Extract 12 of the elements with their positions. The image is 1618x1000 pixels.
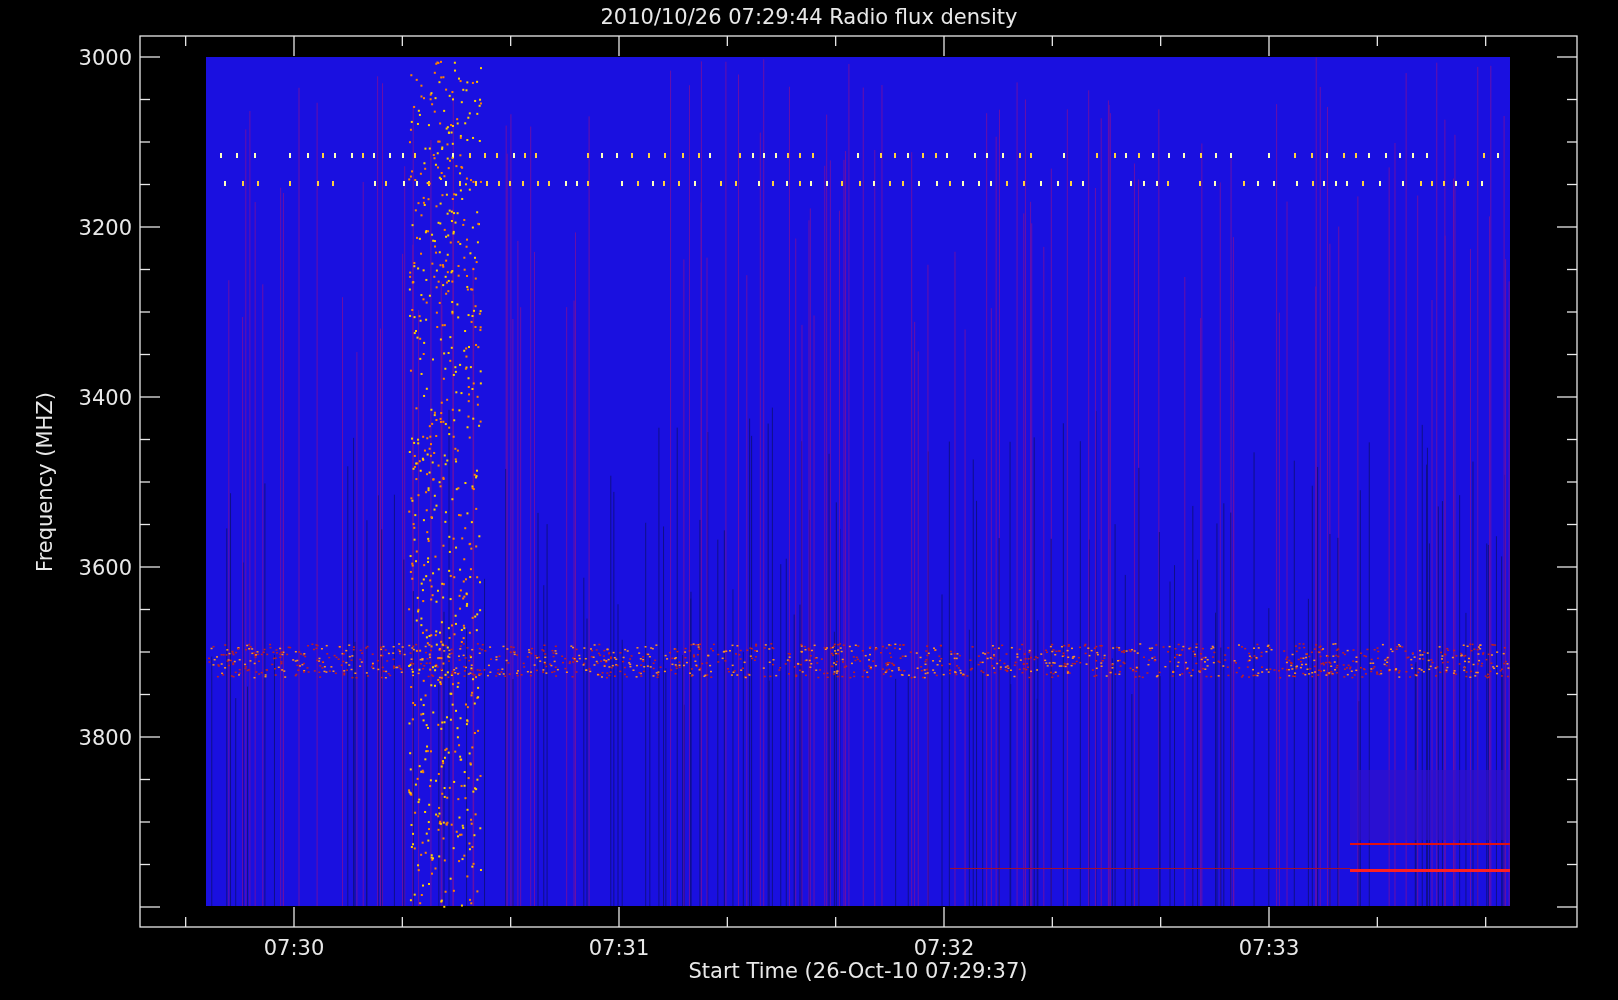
- plot-title: 2010/10/26 07:29:44 Radio flux density: [600, 5, 1018, 29]
- x-axis-label: Start Time (26-Oct-10 07:29:37): [688, 959, 1028, 983]
- y-tick-label: 3000: [78, 46, 132, 70]
- x-tick-label: 07:30: [263, 936, 325, 960]
- x-tick-label: 07:31: [588, 936, 650, 960]
- y-axis-label: Frequency (MHZ): [33, 392, 57, 572]
- y-tick-label: 3800: [78, 726, 132, 750]
- y-tick-label: 3600: [78, 556, 132, 580]
- y-tick-label: 3400: [78, 386, 132, 410]
- x-tick-label: 07:32: [913, 936, 975, 960]
- x-tick-label: 07:33: [1238, 936, 1300, 960]
- y-tick-label: 3200: [78, 216, 132, 240]
